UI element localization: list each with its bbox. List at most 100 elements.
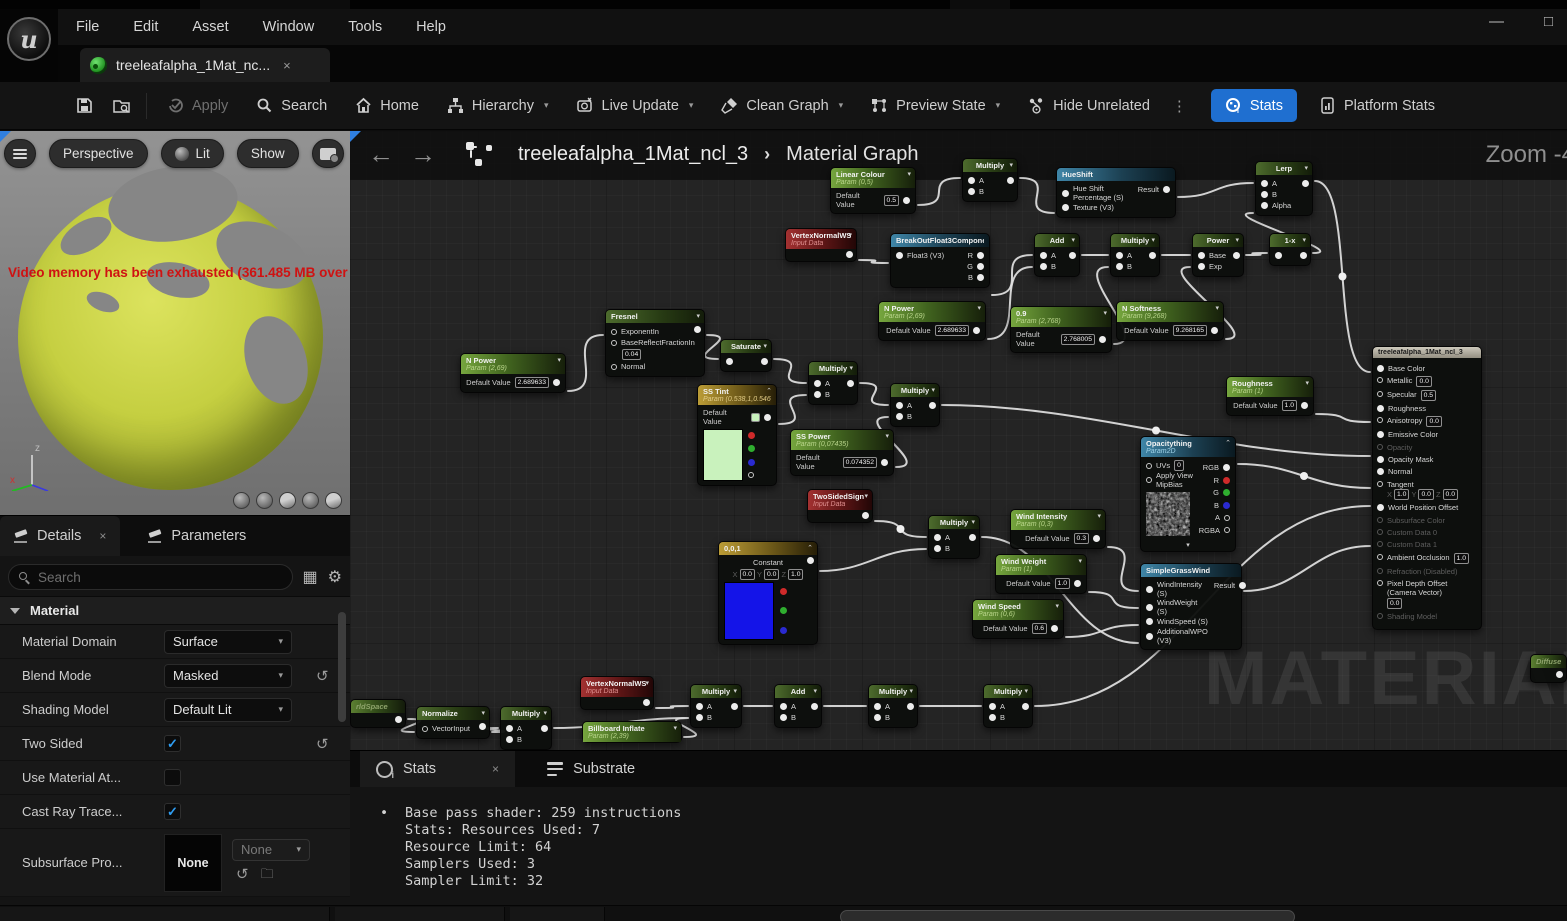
value-box[interactable]: 0.0 [1426,416,1441,427]
preview-state-button[interactable]: Preview State▾ [857,89,1014,123]
pin[interactable] [1116,252,1123,259]
graph-node-ssPower[interactable]: SS PowerParam (0,07435)▾Default Value0.0… [790,429,894,476]
value-box[interactable]: 1.0 [1055,578,1070,589]
pin[interactable] [1377,417,1383,423]
property-dropdown[interactable]: Default Lit▾ [164,698,292,722]
horizontal-scrollbar[interactable] [840,910,1295,921]
pin[interactable] [874,714,881,721]
pin[interactable] [977,252,984,259]
menu-help[interactable]: Help [416,19,446,35]
value-box[interactable]: 2.689633 [935,325,969,336]
pin[interactable] [1223,502,1230,509]
value-box[interactable]: 0.0 [1387,598,1402,609]
lit-mode-button[interactable]: Lit [161,139,224,168]
pin[interactable] [1377,405,1384,412]
value-box[interactable]: 2.768005 [1061,334,1095,345]
pin[interactable] [973,327,980,334]
graph-node-multiply9[interactable]: Multiply▾AB [500,706,552,750]
output-pin[interactable] [1022,703,1029,710]
graph-node-multiply3[interactable]: Multiply▾AB [808,361,858,405]
pin[interactable] [726,358,733,365]
value-box[interactable]: 0.5 [1421,390,1436,401]
pin[interactable] [1146,586,1153,593]
pin[interactable] [1377,365,1384,372]
output-pin[interactable] [395,716,402,723]
pin[interactable] [748,432,755,439]
graph-node-add1[interactable]: Add▾AB [1034,233,1080,277]
pin[interactable] [1211,327,1218,334]
pin[interactable] [977,274,984,281]
pin[interactable] [1224,515,1230,521]
value-box[interactable]: 0.6 [1032,623,1047,634]
pin[interactable] [1377,580,1383,586]
details-scrollbar[interactable] [338,612,346,722]
pin[interactable] [1223,489,1230,496]
pin[interactable] [1051,625,1058,632]
value-box[interactable]: 1.0 [1394,489,1409,500]
apply-button[interactable]: Apply [153,89,242,123]
property-dropdown[interactable]: Surface▾ [164,630,292,654]
pin[interactable] [696,714,703,721]
graph-node-multiply4[interactable]: Multiply▾AB [890,383,940,427]
pin[interactable] [506,736,513,743]
graph-node-multiply2[interactable]: Multiply▾AB [1110,233,1160,277]
pin[interactable] [553,379,560,386]
pin[interactable] [1223,477,1230,484]
graph-node-windWeight[interactable]: Wind WeightParam (1)▾Default Value1.0 [995,554,1087,594]
graph-node-vertexNormalWS1[interactable]: VertexNormalWSInput Data▾ [785,228,857,262]
menu-window[interactable]: Window [263,19,315,35]
tab-stats[interactable]: Stats × [360,751,515,787]
show-menu-button[interactable]: Show [237,139,299,168]
pin[interactable] [1377,541,1383,547]
pin[interactable] [1040,252,1047,259]
graph-node-vertexNormalWS2[interactable]: VertexNormalWSInput Data▾ [580,676,654,710]
pin[interactable] [611,340,617,346]
pin[interactable] [422,726,428,732]
texture-preview[interactable] [1146,492,1190,536]
preview-viewport[interactable]: Perspective Lit Show Video memory has be… [0,131,350,515]
graph-node-twoSidedSign[interactable]: TwoSidedSignInput Data▾ [807,489,873,523]
menu-edit[interactable]: Edit [133,19,158,35]
output-pin[interactable] [1233,252,1240,259]
pin[interactable] [748,472,754,478]
output-pin[interactable] [731,703,738,710]
graph-node-multiply6[interactable]: Multiply▾AB [690,684,742,728]
display-filter-icon[interactable]: ▦ [303,567,318,587]
tab-close-icon[interactable]: × [283,58,291,73]
output-pin[interactable] [1556,671,1563,678]
pin[interactable] [989,703,996,710]
menu-asset[interactable]: Asset [192,19,228,35]
tab-details[interactable]: Details × [0,516,120,556]
preview-sphere-icon[interactable] [256,492,273,509]
graph-node-ssTint[interactable]: SS TintParam (0.538,1,0.546,1)⌃ Default … [697,384,777,486]
value-box[interactable]: 2.689633 [515,377,549,388]
pin[interactable] [1223,464,1230,471]
pin[interactable] [1377,468,1384,475]
details-tab-close-icon[interactable]: × [99,529,106,543]
pin[interactable] [1261,191,1268,198]
pin[interactable] [1198,252,1205,259]
output-pin[interactable] [479,723,486,730]
pin[interactable] [934,534,941,541]
pin[interactable] [1062,190,1069,197]
pin[interactable] [780,588,787,595]
pin[interactable] [1275,252,1282,259]
asset-tab[interactable]: treeleafalpha_1Mat_nc... × [80,48,330,82]
property-checkbox[interactable]: ✓ [164,803,181,820]
output-pin[interactable] [847,380,854,387]
graph-node-billboardInflate[interactable]: Billboard InflateParam (2,39)▾ [582,721,682,743]
pin[interactable] [748,445,755,452]
graph-node-p09[interactable]: 0.9Param (2,768)▾Default Value2.768005 [1010,306,1112,353]
menu-tools[interactable]: Tools [348,19,382,35]
pin[interactable] [896,402,903,409]
pin[interactable] [748,459,755,466]
pin[interactable] [1062,204,1069,211]
reset-property-icon[interactable]: ↺ [316,736,329,753]
output-pin[interactable] [1149,252,1156,259]
value-box[interactable]: 0.5 [884,195,899,206]
pin[interactable] [780,703,787,710]
search-button[interactable]: Search [242,89,341,123]
graph-node-linearColour[interactable]: Linear ColourParam (0,5)▾Default Value0.… [830,167,916,214]
output-pin[interactable] [907,703,914,710]
pin[interactable] [1146,604,1153,611]
